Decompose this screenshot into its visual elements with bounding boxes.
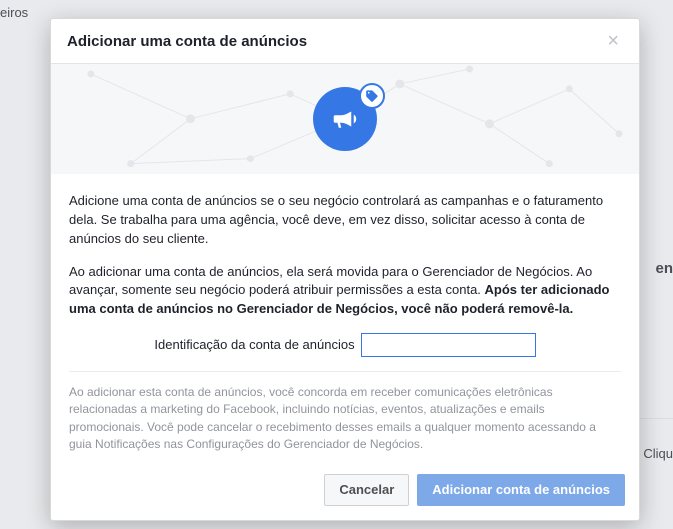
warning-paragraph: Ao adicionar uma conta de anúncios, ela …: [69, 263, 621, 320]
intro-paragraph: Adicione uma conta de anúncios se o seu …: [69, 192, 621, 249]
modal-header: Adicionar uma conta de anúncios ×: [51, 19, 639, 64]
modal-body: Adicione uma conta de anúncios se o seu …: [51, 174, 639, 464]
modal-title: Adicionar uma conta de anúncios: [67, 33, 307, 50]
megaphone-icon: [313, 87, 377, 151]
disclaimer-text: Ao adicionar esta conta de anúncios, voc…: [69, 371, 621, 454]
tag-icon: [359, 83, 385, 109]
add-account-button[interactable]: Adicionar conta de anúncios: [417, 474, 625, 506]
bg-text-right2: Cliqu: [643, 446, 673, 461]
add-ad-account-modal: Adicionar uma conta de anúncios ×: [50, 18, 640, 521]
modal-hero: [51, 64, 639, 174]
cancel-button[interactable]: Cancelar: [324, 474, 409, 506]
modal-footer: Cancelar Adicionar conta de anúncios: [51, 464, 639, 520]
bg-text-topleft: eiros: [0, 5, 28, 20]
account-id-label: Identificação da conta de anúncios: [154, 336, 354, 355]
close-icon[interactable]: ×: [603, 31, 623, 51]
account-id-input[interactable]: [361, 333, 536, 357]
account-id-field-row: Identificação da conta de anúncios: [69, 333, 621, 357]
bg-text-right1: en: [655, 260, 673, 277]
